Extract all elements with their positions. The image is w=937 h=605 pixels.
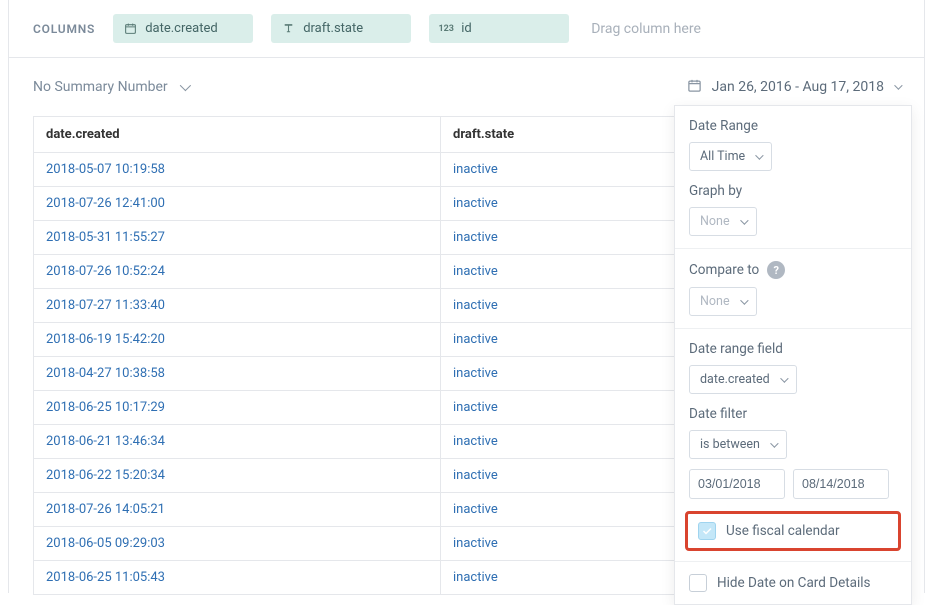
columns-heading: COLUMNS — [33, 22, 95, 36]
chevron-down-icon — [740, 216, 748, 224]
compare-to-select[interactable]: None — [689, 287, 757, 316]
column-chip-label: id — [461, 21, 472, 36]
date-range-field-select[interactable]: date.created — [689, 365, 797, 394]
column-chip-id[interactable]: 123 id — [429, 14, 569, 43]
checkbox-icon — [689, 574, 707, 592]
panel-section-compare: Compare to ? None — [675, 249, 911, 329]
use-fiscal-calendar-checkbox[interactable]: Use fiscal calendar — [698, 522, 888, 540]
drag-column-placeholder[interactable]: Drag column here — [591, 21, 701, 37]
cell-date-created[interactable]: 2018-07-26 14:05:21 — [34, 493, 441, 527]
cell-date-created[interactable]: 2018-07-26 10:52:24 — [34, 255, 441, 289]
cell-date-created[interactable]: 2018-06-25 10:17:29 — [34, 391, 441, 425]
use-fiscal-label: Use fiscal calendar — [726, 523, 840, 539]
cell-date-created[interactable]: 2018-04-27 10:38:58 — [34, 357, 441, 391]
date-range-select[interactable]: All Time — [689, 142, 772, 171]
hide-date-label: Hide Date on Card Details — [717, 575, 871, 591]
date-range-text: Jan 26, 2016 - Aug 17, 2018 — [712, 79, 884, 95]
panel-section-hide-date: Hide Date on Card Details — [675, 562, 911, 604]
date-range-display[interactable]: Jan 26, 2016 - Aug 17, 2018 — [687, 78, 900, 97]
compare-to-value: None — [700, 294, 730, 309]
column-chip-draft-state[interactable]: draft.state — [271, 14, 411, 43]
cell-date-created[interactable]: 2018-06-19 15:42:20 — [34, 323, 441, 357]
date-range-value: All Time — [700, 149, 745, 164]
date-filter-label: Date filter — [689, 406, 897, 422]
panel-section-field-filter: Date range field date.created Date filte… — [675, 329, 911, 562]
date-range-panel: Date Range All Time Graph by None Compar… — [674, 105, 912, 605]
number-icon: 123 — [439, 22, 453, 36]
date-filter-value: is between — [700, 437, 760, 452]
column-chip-label: draft.state — [303, 21, 363, 36]
summary-number-label: No Summary Number — [33, 79, 168, 95]
cell-date-created[interactable]: 2018-05-07 10:19:58 — [34, 153, 441, 187]
cell-date-created[interactable]: 2018-07-27 11:33:40 — [34, 289, 441, 323]
columns-bar: COLUMNS date.created draft.state 123 id … — [9, 0, 924, 58]
table-header-date-created[interactable]: date.created — [34, 117, 441, 153]
date-filter-select[interactable]: is between — [689, 430, 787, 459]
date-range-label: Date Range — [689, 118, 897, 134]
compare-to-label: Compare to ? — [689, 261, 897, 279]
graph-by-select[interactable]: None — [689, 207, 757, 236]
date-from-input[interactable] — [689, 469, 785, 499]
cell-date-created[interactable]: 2018-06-21 13:46:34 — [34, 425, 441, 459]
cell-date-created[interactable]: 2018-07-26 12:41:00 — [34, 187, 441, 221]
graph-by-label: Graph by — [689, 183, 897, 199]
panel-section-range-graph: Date Range All Time Graph by None — [675, 106, 911, 249]
chevron-down-icon — [740, 296, 748, 304]
chevron-down-icon — [780, 374, 788, 382]
calendar-icon — [687, 78, 702, 97]
column-chip-label: date.created — [145, 21, 218, 36]
help-icon[interactable]: ? — [767, 261, 785, 279]
summary-number-select[interactable]: No Summary Number — [33, 79, 188, 95]
chevron-down-icon — [755, 151, 763, 159]
chevron-down-icon — [894, 81, 902, 89]
checkbox-icon — [698, 522, 716, 540]
column-chip-date-created[interactable]: date.created — [113, 14, 253, 43]
cell-date-created[interactable]: 2018-06-22 15:20:34 — [34, 459, 441, 493]
chevron-down-icon — [770, 439, 778, 447]
text-icon — [281, 22, 295, 36]
graph-by-value: None — [700, 214, 730, 229]
cell-date-created[interactable]: 2018-06-05 09:29:03 — [34, 527, 441, 561]
hide-date-checkbox[interactable]: Hide Date on Card Details — [689, 574, 897, 592]
date-range-field-value: date.created — [700, 372, 770, 387]
calendar-icon — [123, 22, 137, 36]
chevron-down-icon — [179, 80, 190, 91]
date-to-input[interactable] — [793, 469, 889, 499]
cell-date-created[interactable]: 2018-05-31 11:55:27 — [34, 221, 441, 255]
date-range-field-label: Date range field — [689, 341, 897, 357]
cell-date-created[interactable]: 2018-06-25 11:05:43 — [34, 561, 441, 595]
